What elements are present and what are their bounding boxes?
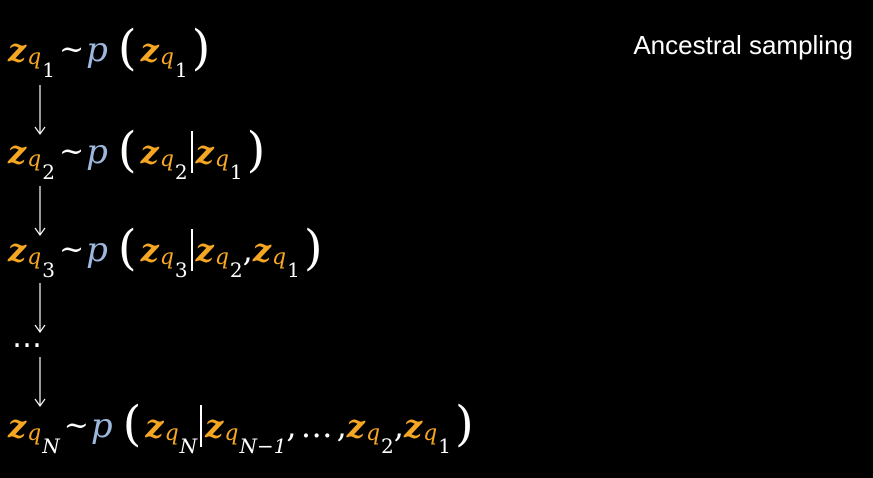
- q-subscript: q: [423, 421, 438, 446]
- index-subscript: 2: [42, 160, 55, 184]
- right-paren: ): [191, 20, 211, 76]
- z-variable: z: [346, 407, 365, 445]
- left-paren: (: [117, 20, 137, 76]
- q-subscript: q: [159, 45, 174, 70]
- index-subscript: 1: [174, 58, 188, 82]
- index-subscript: N: [42, 434, 60, 458]
- z-variable: z: [195, 231, 214, 269]
- z-variable: z: [205, 407, 224, 445]
- distribution-p: p: [86, 230, 108, 270]
- index-subscript: 1: [42, 58, 55, 82]
- comma: ,: [393, 407, 404, 445]
- left-paren: (: [117, 220, 137, 276]
- left-paren: (: [122, 396, 142, 452]
- distribution-p: p: [90, 406, 113, 446]
- z-variable: z: [403, 407, 423, 445]
- equation-2: zq2 ~ p ( zq2 zq1 ): [8, 122, 269, 182]
- q-subscript: q: [164, 421, 179, 446]
- z-variable: z: [8, 31, 27, 69]
- equation-3: zq3 ~ p ( zq3 zq2 , zq1 ): [8, 220, 327, 280]
- ellipsis: …: [300, 407, 333, 445]
- page-title: Ancestral sampling: [633, 30, 853, 60]
- q-subscript: q: [27, 147, 42, 172]
- tilde-symbol: ~: [59, 134, 85, 169]
- q-subscript: q: [214, 147, 229, 172]
- distribution-p: p: [86, 30, 108, 70]
- z-variable: z: [8, 231, 27, 269]
- z-variable: z: [195, 133, 214, 171]
- index-subscript: 3: [42, 258, 55, 282]
- right-paren: ): [246, 122, 266, 178]
- conditional-bar: [190, 131, 193, 173]
- equation-1: zq1 ~ p ( zq1 ): [8, 20, 214, 80]
- q-subscript: q: [271, 245, 287, 270]
- q-subscript: q: [27, 45, 42, 70]
- comma: ,: [336, 407, 347, 445]
- q-subscript: q: [159, 147, 174, 172]
- q-subscript: q: [27, 245, 42, 270]
- index-subscript: 1: [229, 160, 243, 184]
- tilde-symbol: ~: [59, 232, 85, 267]
- conditional-bar: [190, 229, 193, 271]
- comma: ,: [242, 231, 253, 269]
- q-subscript: q: [159, 245, 174, 270]
- q-subscript: q: [27, 421, 42, 446]
- distribution-p: p: [86, 132, 108, 172]
- q-subscript: q: [224, 421, 239, 446]
- index-subscript: 1: [287, 258, 300, 282]
- z-variable: z: [140, 133, 159, 171]
- left-paren: (: [117, 122, 137, 178]
- index-subscript: 2: [229, 258, 243, 282]
- z-variable: z: [140, 31, 159, 69]
- q-subscript: q: [214, 245, 229, 270]
- index-subscript: 2: [174, 160, 188, 184]
- equation-n: zqN ~ p ( zqN z q N−1 , … , zq2 , zq1 ): [8, 396, 478, 456]
- z-variable: z: [8, 133, 27, 171]
- conditional-bar: [200, 405, 203, 447]
- z-variable: z: [145, 407, 164, 445]
- right-paren: ): [454, 396, 474, 452]
- index-subscript: 3: [174, 258, 188, 282]
- tilde-symbol: ~: [59, 32, 85, 67]
- right-paren: ): [303, 220, 323, 276]
- comma: ,: [286, 407, 297, 445]
- index-subscript: N−1: [239, 434, 287, 458]
- z-variable: z: [140, 231, 159, 269]
- index-subscript: N: [179, 434, 198, 458]
- ellipsis: …: [12, 320, 42, 355]
- z-variable: z: [8, 407, 27, 445]
- tilde-symbol: ~: [63, 408, 89, 443]
- index-subscript: 2: [381, 434, 394, 458]
- z-variable: z: [252, 231, 271, 269]
- q-subscript: q: [365, 421, 381, 446]
- index-subscript: 1: [438, 434, 451, 458]
